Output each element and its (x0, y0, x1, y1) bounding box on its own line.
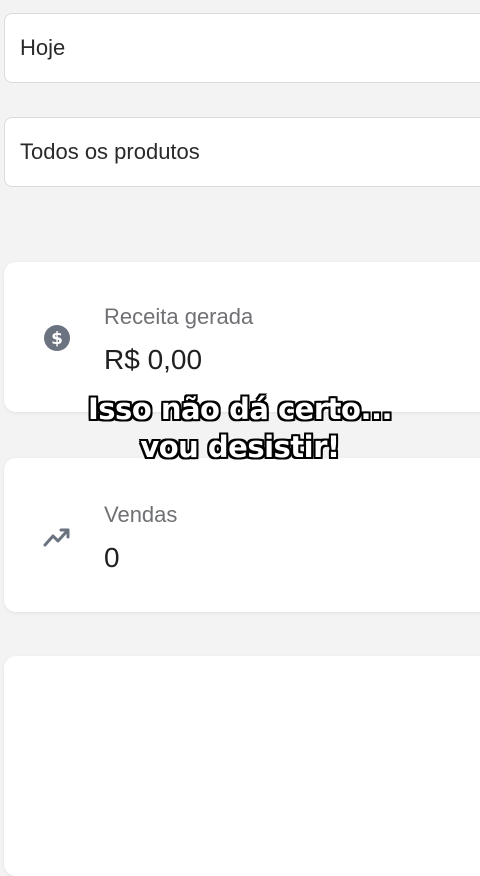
caption-line-2: vou desistir! (140, 430, 340, 464)
period-select[interactable]: Hoje (4, 13, 480, 83)
sales-label: Vendas (104, 502, 178, 527)
video-caption: Isso não dá certo... vou desistir! (0, 390, 480, 466)
revenue-label: Receita gerada (104, 304, 254, 329)
caption-line-1: Isso não dá certo... (88, 392, 393, 426)
period-select-value: Hoje (20, 35, 66, 60)
trending-up-icon (43, 528, 70, 547)
product-select-value: Todos os produtos (20, 139, 200, 164)
svg-text:$: $ (51, 329, 63, 349)
revenue-value: R$ 0,00 (104, 344, 203, 375)
empty-card (4, 656, 480, 876)
product-select[interactable]: Todos os produtos (4, 117, 480, 187)
sales-card: Vendas 0 (4, 458, 480, 612)
sales-value: 0 (104, 542, 120, 573)
dollar-coin-icon: $ (44, 325, 70, 351)
